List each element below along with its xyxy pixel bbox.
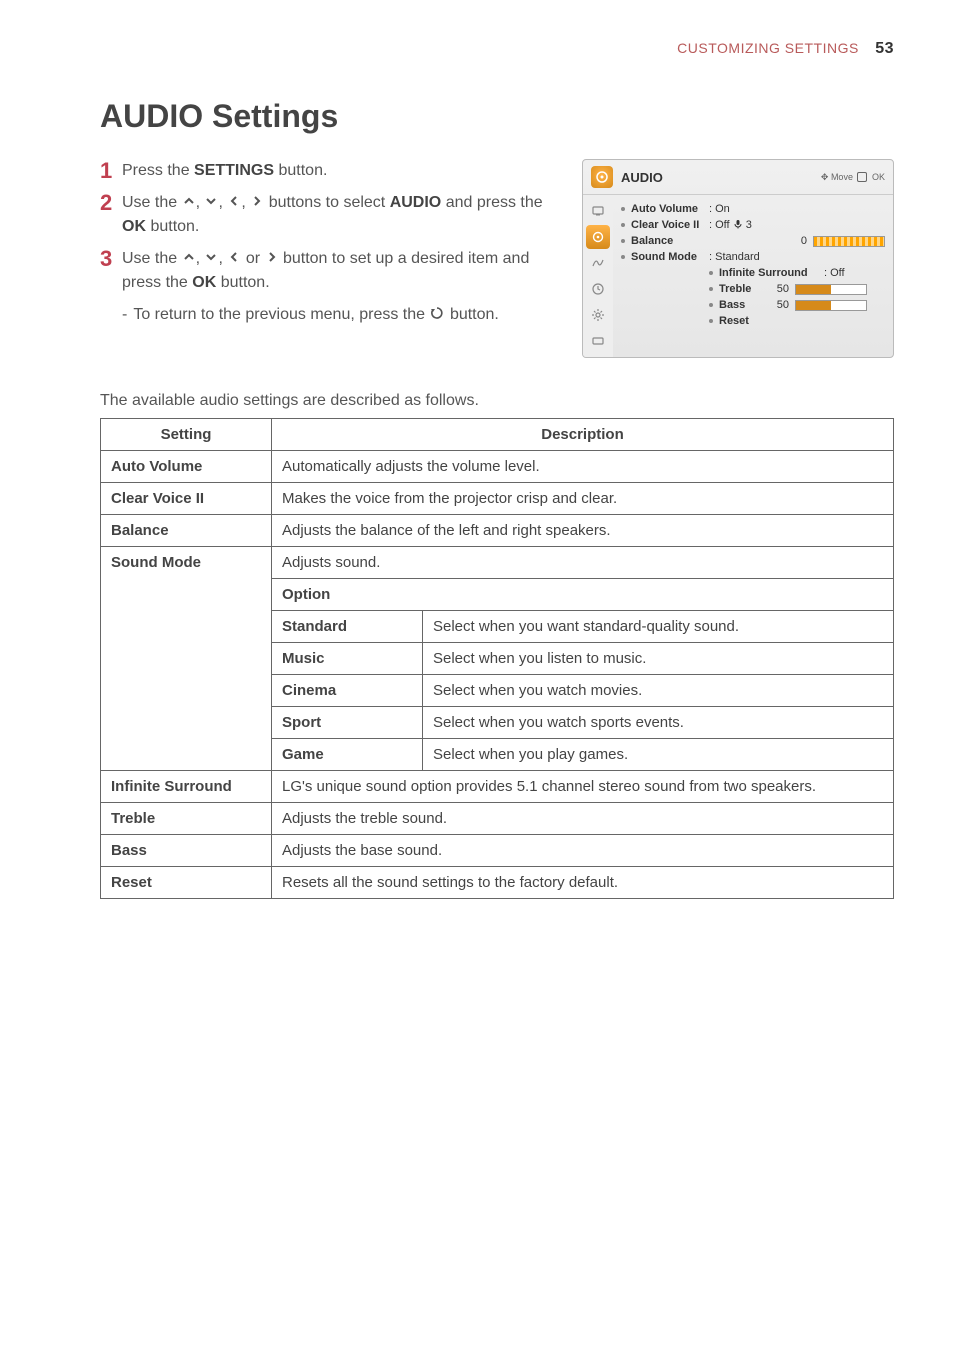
nav-option-icon[interactable] bbox=[586, 303, 610, 327]
osd-hint: ✥ Move OK bbox=[821, 172, 885, 183]
table-row: Clear Voice II Makes the voice from the … bbox=[101, 483, 894, 515]
osd-row-infinite[interactable]: Infinite Surround : Off bbox=[709, 265, 885, 281]
col-description: Description bbox=[272, 419, 894, 451]
step-number: 3 bbox=[100, 247, 122, 271]
step-3: 3 Use the , , or button to set up a desi… bbox=[100, 247, 562, 295]
table-row: Auto Volume Automatically adjusts the vo… bbox=[101, 451, 894, 483]
table-row: Balance Adjusts the balance of the left … bbox=[101, 515, 894, 547]
voice-icon bbox=[733, 219, 743, 229]
left-icon bbox=[227, 250, 241, 264]
col-setting: Setting bbox=[101, 419, 272, 451]
left-icon bbox=[227, 194, 241, 208]
page-number: 53 bbox=[875, 40, 894, 57]
settings-table: Setting Description Auto Volume Automati… bbox=[100, 418, 894, 899]
osd-panel: AUDIO ✥ Move OK A bbox=[582, 159, 894, 358]
treble-bar bbox=[795, 284, 867, 295]
bass-bar bbox=[795, 300, 867, 311]
step-text: Use the , , , buttons to select AUDIO an… bbox=[122, 191, 562, 239]
step-number: 2 bbox=[100, 191, 122, 215]
osd-list: Auto Volume : On Clear Voice II : Off 3 bbox=[613, 195, 893, 357]
balance-bar bbox=[813, 236, 885, 247]
nav-input-icon[interactable] bbox=[586, 329, 610, 353]
osd-row-auto-volume[interactable]: Auto Volume : On bbox=[621, 201, 885, 217]
ok-hint-icon bbox=[857, 172, 867, 182]
section-title: CUSTOMIZING SETTINGS bbox=[677, 40, 859, 56]
step-sub: - To return to the previous menu, press … bbox=[122, 303, 562, 327]
down-icon bbox=[204, 194, 218, 208]
table-row: Infinite Surround LG's unique sound opti… bbox=[101, 771, 894, 803]
osd-row-treble[interactable]: Treble 50 bbox=[709, 281, 885, 297]
table-row: Sound Mode Adjusts sound. bbox=[101, 547, 894, 579]
osd-nav bbox=[583, 195, 613, 357]
step-text: Use the , , or button to set up a desire… bbox=[122, 247, 562, 295]
move-hint-icon: ✥ bbox=[821, 172, 829, 182]
nav-time-icon[interactable] bbox=[586, 277, 610, 301]
audio-icon bbox=[591, 166, 613, 188]
osd-title: AUDIO bbox=[621, 170, 821, 185]
steps-list: 1 Press the SETTINGS button. 2 Use the ,… bbox=[100, 159, 562, 327]
step-2: 2 Use the , , , buttons to select AUDIO … bbox=[100, 191, 562, 239]
intro-text: The available audio settings are describ… bbox=[100, 392, 894, 410]
osd-row-sound-mode[interactable]: Sound Mode : Standard bbox=[621, 249, 885, 265]
osd-header: AUDIO ✥ Move OK bbox=[583, 160, 893, 195]
down-icon bbox=[204, 250, 218, 264]
up-icon bbox=[182, 194, 196, 208]
table-row: Bass Adjusts the base sound. bbox=[101, 835, 894, 867]
back-icon bbox=[429, 305, 445, 321]
step-1: 1 Press the SETTINGS button. bbox=[100, 159, 562, 183]
step-text: Press the SETTINGS button. bbox=[122, 159, 562, 183]
nav-audio-icon[interactable] bbox=[586, 225, 610, 249]
osd-row-reset[interactable]: Reset bbox=[709, 313, 885, 329]
right-icon bbox=[265, 250, 279, 264]
up-icon bbox=[182, 250, 196, 264]
nav-picture-icon[interactable] bbox=[586, 199, 610, 223]
table-row: Reset Resets all the sound settings to t… bbox=[101, 867, 894, 899]
right-icon bbox=[250, 194, 264, 208]
osd-row-balance[interactable]: Balance 0 bbox=[621, 233, 885, 249]
table-row: Treble Adjusts the treble sound. bbox=[101, 803, 894, 835]
nav-channel-icon[interactable] bbox=[586, 251, 610, 275]
osd-row-bass[interactable]: Bass 50 bbox=[709, 297, 885, 313]
step-number: 1 bbox=[100, 159, 122, 183]
osd-row-clear-voice[interactable]: Clear Voice II : Off 3 bbox=[621, 217, 885, 233]
page-header: CUSTOMIZING SETTINGS 53 bbox=[100, 40, 894, 58]
page-title: AUDIO Settings bbox=[100, 98, 894, 135]
